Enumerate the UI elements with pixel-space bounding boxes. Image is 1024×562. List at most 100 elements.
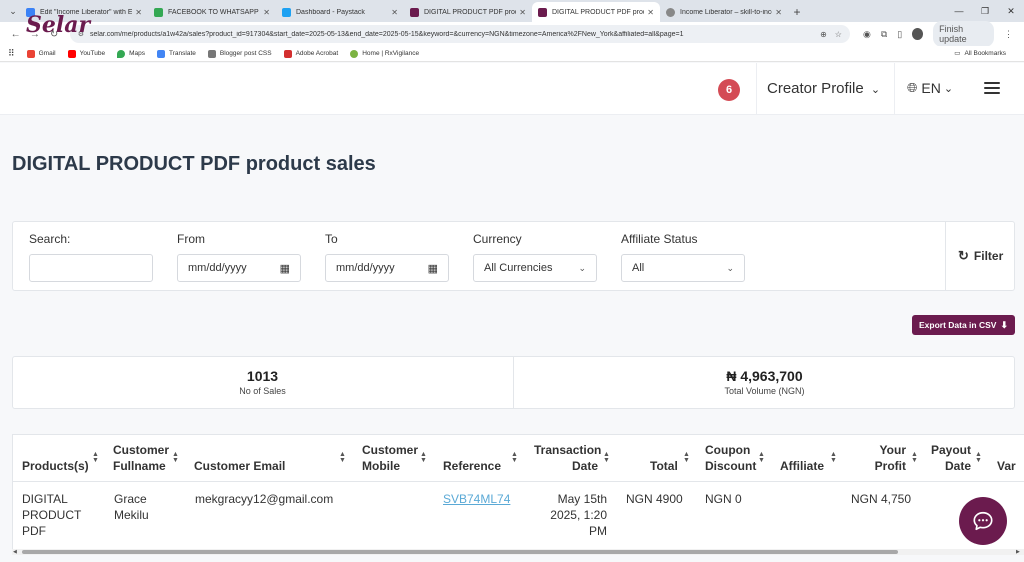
finish-update-button[interactable]: Finish update bbox=[933, 21, 995, 47]
sort-icon[interactable]: ▲ ▼ bbox=[92, 451, 99, 464]
sort-icon[interactable]: ▲ ▼ bbox=[420, 451, 427, 464]
sort-icon[interactable]: ▲ ▼ bbox=[830, 451, 837, 464]
creator-profile-menu[interactable]: Creator Profile ⌄ bbox=[767, 80, 880, 97]
scrollbar-thumb[interactable] bbox=[22, 550, 898, 554]
tab-title: DIGITAL PRODUCT PDF product bbox=[424, 8, 516, 16]
hamburger-menu-icon[interactable] bbox=[984, 82, 1000, 94]
cell-line: DIGITAL bbox=[22, 492, 68, 506]
sort-icon[interactable]: ▲ ▼ bbox=[603, 451, 610, 464]
language-selector[interactable]: 🌐︎ EN ⌄ bbox=[907, 80, 953, 96]
column-header-total[interactable]: Total bbox=[650, 458, 678, 474]
header-line: Date bbox=[944, 459, 971, 473]
restore-icon[interactable]: ❐ bbox=[972, 0, 998, 22]
column-header-payout-date[interactable]: Payout Date bbox=[931, 442, 971, 474]
chat-button[interactable] bbox=[959, 497, 1007, 545]
close-tab-icon[interactable]: ✕ bbox=[263, 8, 270, 17]
column-header-transaction-date[interactable]: Transaction Date bbox=[534, 442, 602, 474]
scroll-right-arrow-icon[interactable]: ▶ bbox=[1016, 549, 1020, 555]
browser-tab[interactable]: DIGITAL PRODUCT PDF product ✕ bbox=[404, 2, 532, 22]
sort-icon[interactable]: ▲ ▼ bbox=[339, 451, 346, 464]
search-label: Search: bbox=[29, 232, 71, 246]
column-header-coupon-discount[interactable]: Coupon Discount bbox=[705, 442, 756, 474]
column-header-variant[interactable]: Var bbox=[997, 458, 1016, 474]
tab-search-icon[interactable]: ⌄ bbox=[6, 4, 20, 18]
chevron-down-icon: ⌄ bbox=[870, 84, 881, 96]
from-date-input[interactable]: mm/dd/yyyy ▦ bbox=[177, 254, 301, 282]
browser-menu-icon[interactable]: ⋮ bbox=[1004, 29, 1013, 40]
tab-favicon bbox=[538, 7, 547, 17]
header-line: Fullname bbox=[113, 459, 166, 473]
gmail-icon bbox=[26, 49, 35, 58]
url-text: selar.com/me/products/a1w42a/sales?produ… bbox=[90, 30, 684, 38]
to-date-input[interactable]: mm/dd/yyyy ▦ bbox=[325, 254, 449, 282]
notification-badge[interactable]: 6 bbox=[718, 79, 740, 101]
calendar-icon[interactable]: ▦ bbox=[280, 262, 290, 275]
tab-title: DIGITAL PRODUCT PDF produ bbox=[552, 8, 645, 16]
column-header-affiliate[interactable]: Affiliate bbox=[780, 458, 824, 474]
calendar-icon[interactable]: ▦ bbox=[428, 262, 438, 275]
folder-icon: ▭ bbox=[954, 50, 961, 57]
address-bar[interactable]: ⚙ selar.com/me/products/a1w42a/sales?pro… bbox=[69, 25, 850, 43]
zoom-icon[interactable]: ⊕ bbox=[820, 30, 827, 39]
bookmark-adobe-acrobat[interactable]: Adobe Acrobat bbox=[283, 49, 338, 58]
extension-icon[interactable]: ◉ bbox=[863, 29, 871, 40]
browser-tab[interactable]: FACEBOOK TO WHATSAPP ADS ✕ bbox=[148, 2, 276, 22]
bookmark-gmail[interactable]: Gmail bbox=[26, 49, 56, 58]
header-line: Your bbox=[879, 443, 906, 457]
bookmark-maps[interactable]: Maps bbox=[117, 49, 145, 58]
apps-icon[interactable]: ⠿ bbox=[8, 48, 15, 59]
sidebar-icon[interactable]: ▯ bbox=[897, 29, 902, 40]
sort-icon[interactable]: ▲ ▼ bbox=[758, 451, 765, 464]
close-tab-icon[interactable]: ✕ bbox=[391, 8, 398, 17]
column-header-customer-fullname[interactable]: Customer Fullname bbox=[113, 442, 169, 474]
browser-tab[interactable]: Dashboard - Paystack ✕ bbox=[276, 2, 404, 22]
bookmark-star-icon[interactable]: ☆ bbox=[835, 30, 842, 39]
bookmark-youtube[interactable]: YouTube bbox=[67, 49, 105, 58]
back-icon[interactable]: ← bbox=[6, 29, 25, 40]
sort-icon[interactable]: ▲ ▼ bbox=[511, 451, 518, 464]
tab-title: Dashboard - Paystack bbox=[296, 8, 365, 16]
minimize-icon[interactable]: — bbox=[946, 0, 972, 22]
reference-link[interactable]: SVB74ML74 bbox=[443, 492, 510, 506]
date-placeholder: mm/dd/yyyy bbox=[336, 262, 395, 274]
browser-tab[interactable]: Income Liberator – skill-to-inco ✕ bbox=[660, 2, 788, 22]
export-label: Export Data in CSV bbox=[918, 320, 997, 330]
bookmark-rxvigilance[interactable]: Home | RxVigilance bbox=[350, 49, 419, 58]
new-tab-icon[interactable]: + bbox=[788, 2, 806, 22]
close-tab-icon[interactable]: ✕ bbox=[135, 8, 142, 17]
column-header-your-profit[interactable]: Your Profit bbox=[866, 442, 906, 474]
extensions-puzzle-icon[interactable]: ⧉ bbox=[881, 29, 887, 40]
header-line: Transaction bbox=[534, 443, 602, 457]
all-bookmarks[interactable]: ▭ All Bookmarks bbox=[954, 49, 1006, 58]
profile-avatar[interactable]: A bbox=[912, 28, 924, 40]
close-window-icon[interactable]: ✕ bbox=[998, 0, 1024, 22]
close-tab-icon[interactable]: ✕ bbox=[775, 8, 782, 17]
sort-icon[interactable]: ▲ ▼ bbox=[683, 451, 690, 464]
scroll-left-arrow-icon[interactable]: ◀ bbox=[13, 549, 17, 555]
search-input[interactable] bbox=[29, 254, 153, 282]
maps-icon bbox=[117, 49, 126, 58]
sort-icon[interactable]: ▲ ▼ bbox=[172, 451, 179, 464]
header-line: Date bbox=[571, 459, 598, 473]
total-volume-label: Total Volume (NGN) bbox=[724, 386, 805, 396]
export-csv-button[interactable]: Export Data in CSV ⬇ bbox=[912, 315, 1015, 335]
column-header-customer-email[interactable]: Customer Email bbox=[194, 458, 285, 474]
to-label: To bbox=[325, 232, 338, 246]
sort-icon[interactable]: ▲ ▼ bbox=[911, 451, 918, 464]
column-header-reference[interactable]: Reference bbox=[443, 458, 501, 474]
sort-icon[interactable]: ▲ ▼ bbox=[975, 451, 982, 464]
bookmark-translate[interactable]: Translate bbox=[157, 49, 196, 58]
column-header-customer-mobile[interactable]: Customer Mobile bbox=[362, 442, 418, 474]
header-line: Profit bbox=[874, 459, 906, 473]
close-tab-icon[interactable]: ✕ bbox=[647, 8, 654, 17]
affiliate-status-select[interactable]: All ⌄ bbox=[621, 254, 745, 282]
close-tab-icon[interactable]: ✕ bbox=[519, 8, 526, 17]
column-header-products[interactable]: Products(s) bbox=[22, 458, 89, 474]
browser-tab-active[interactable]: DIGITAL PRODUCT PDF produ ✕ bbox=[532, 2, 660, 22]
bookmark-blogger-css[interactable]: Blogger post CSS bbox=[207, 49, 272, 58]
date-placeholder: mm/dd/yyyy bbox=[188, 262, 247, 274]
currency-selected: All Currencies bbox=[484, 262, 553, 274]
filter-button[interactable]: ↻ Filter bbox=[958, 248, 1003, 264]
selar-logo[interactable]: Selar bbox=[26, 12, 90, 38]
currency-select[interactable]: All Currencies ⌄ bbox=[473, 254, 597, 282]
